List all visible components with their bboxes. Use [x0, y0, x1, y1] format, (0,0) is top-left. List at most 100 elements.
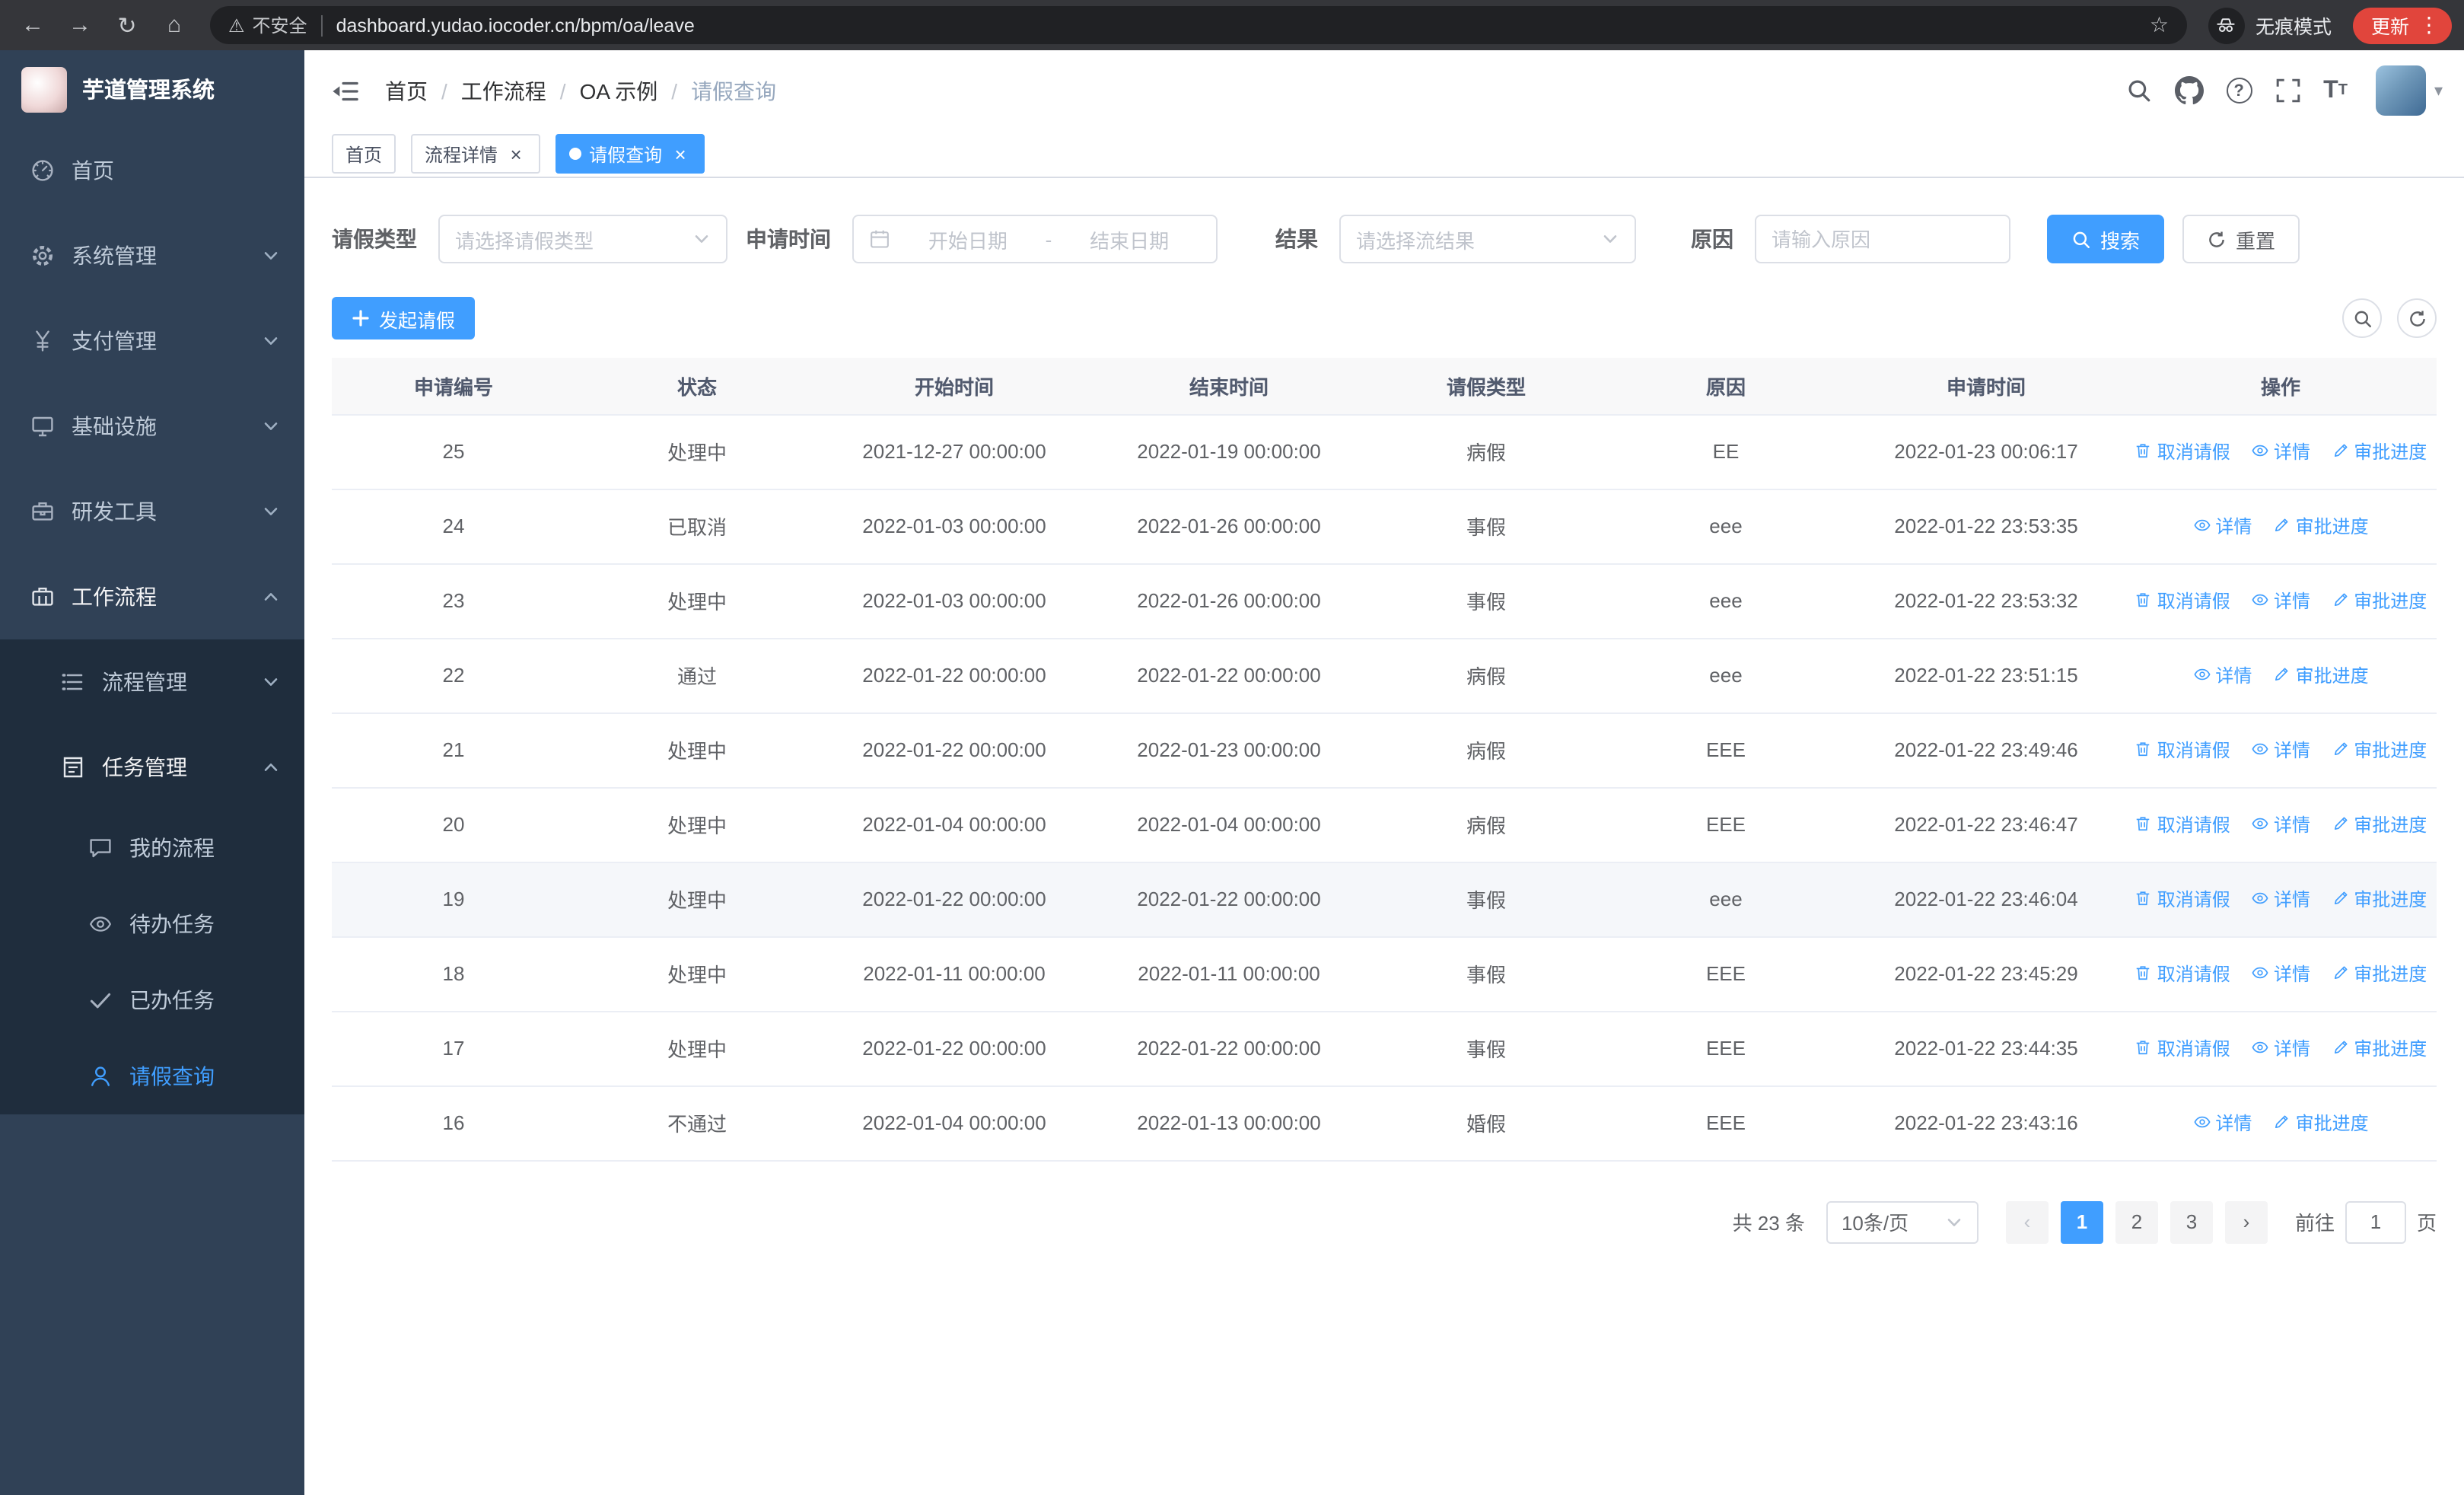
- apply-time-range[interactable]: 开始日期 - 结束日期: [852, 215, 1218, 263]
- cancel-leave-link[interactable]: 取消请假: [2135, 1035, 2230, 1061]
- browser-reload-button[interactable]: ↻: [107, 5, 148, 46]
- cancel-leave-link[interactable]: 取消请假: [2135, 961, 2230, 987]
- goto-page-input[interactable]: [2345, 1200, 2406, 1243]
- cancel-leave-link[interactable]: 取消请假: [2135, 438, 2230, 464]
- collapse-icon: [329, 78, 358, 103]
- sidebar-item-dev-tools[interactable]: 研发工具: [0, 469, 304, 554]
- cancel-leave-link[interactable]: 取消请假: [2135, 588, 2230, 614]
- sidebar-collapse-button[interactable]: [327, 74, 361, 107]
- cell-apply-time: 2022-01-22 23:51:15: [1848, 638, 2125, 713]
- cancel-leave-link[interactable]: 取消请假: [2135, 811, 2230, 837]
- leave-type-select[interactable]: 请选择请假类型: [438, 215, 727, 263]
- help-icon[interactable]: ?: [2226, 78, 2252, 104]
- sidebar-item-process-management[interactable]: 流程管理: [0, 639, 304, 725]
- prev-page-button[interactable]: ‹: [2005, 1200, 2049, 1243]
- start-date-placeholder[interactable]: 开始日期: [896, 225, 1039, 253]
- approval-progress-link[interactable]: 审批进度: [2273, 513, 2369, 539]
- detail-link[interactable]: 详情: [2192, 662, 2252, 688]
- fullscreen-icon[interactable]: [2275, 78, 2300, 104]
- approval-progress-link[interactable]: 审批进度: [2331, 1035, 2427, 1061]
- close-icon[interactable]: ×: [505, 143, 527, 164]
- end-date-placeholder[interactable]: 结束日期: [1058, 225, 1201, 253]
- breadcrumb-item[interactable]: 首页: [385, 75, 428, 106]
- menu-kebab-icon[interactable]: ⋮: [2418, 12, 2440, 38]
- detail-link[interactable]: 详情: [2251, 961, 2310, 987]
- approval-progress-link[interactable]: 审批进度: [2331, 737, 2427, 763]
- sidebar-item-payment-management[interactable]: 支付管理: [0, 298, 304, 384]
- reset-button[interactable]: 重置: [2182, 215, 2300, 263]
- trash-icon: [2135, 964, 2153, 983]
- browser-forward-button[interactable]: →: [59, 5, 100, 46]
- sidebar-item-todo-tasks[interactable]: 待办任务: [0, 886, 304, 962]
- approval-progress-link[interactable]: 审批进度: [2331, 811, 2427, 837]
- browser-home-button[interactable]: ⌂: [154, 5, 195, 46]
- approval-progress-link[interactable]: 审批进度: [2331, 961, 2427, 987]
- cell-end-time: 2022-01-23 00:00:00: [1090, 712, 1368, 788]
- font-size-icon[interactable]: TT: [2323, 78, 2348, 103]
- approval-progress-link[interactable]: 审批进度: [2331, 886, 2427, 912]
- cell-leave-type: 事假: [1368, 936, 1604, 1012]
- chevron-down-icon: [1945, 1213, 1963, 1231]
- logo[interactable]: 芋道管理系统: [0, 50, 304, 128]
- user-avatar[interactable]: ▾: [2376, 65, 2443, 116]
- security-warning[interactable]: ⚠ 不安全: [228, 12, 307, 38]
- sidebar-item-system-management[interactable]: 系统管理: [0, 213, 304, 298]
- approval-progress-link[interactable]: 审批进度: [2273, 1110, 2369, 1136]
- refresh-table-button[interactable]: [2397, 298, 2437, 338]
- edit-icon: [2331, 890, 2349, 908]
- detail-link[interactable]: 详情: [2251, 438, 2310, 464]
- sidebar-item-label: 基础设施: [72, 414, 157, 438]
- column-header: 状态: [575, 358, 819, 415]
- approval-progress-link[interactable]: 审批进度: [2331, 438, 2427, 464]
- update-button[interactable]: 更新 ⋮: [2352, 7, 2452, 43]
- sidebar-item-workflow[interactable]: 工作流程: [0, 554, 304, 639]
- page-size-select[interactable]: 10条/页: [1826, 1200, 1979, 1243]
- tab-请假查询[interactable]: 请假查询 ×: [556, 134, 705, 174]
- detail-link[interactable]: 详情: [2251, 737, 2310, 763]
- breadcrumb-item[interactable]: OA 示例: [580, 75, 658, 106]
- tab-首页[interactable]: 首页: [332, 134, 396, 174]
- search-button[interactable]: 搜索: [2047, 215, 2165, 263]
- sidebar-item-label: 已办任务: [129, 988, 215, 1012]
- breadcrumb-item[interactable]: 工作流程: [461, 75, 546, 106]
- page-button-3[interactable]: 3: [2170, 1200, 2213, 1243]
- sidebar-item-task-management[interactable]: 任务管理: [0, 725, 304, 810]
- approval-progress-link[interactable]: 审批进度: [2331, 588, 2427, 614]
- bookmark-star-icon[interactable]: ☆: [2150, 12, 2169, 38]
- create-leave-button[interactable]: 发起请假: [332, 297, 476, 339]
- sidebar-item-infrastructure[interactable]: 基础设施: [0, 384, 304, 469]
- approval-progress-link[interactable]: 审批进度: [2273, 662, 2369, 688]
- close-icon[interactable]: ×: [670, 143, 691, 164]
- github-icon[interactable]: [2174, 76, 2203, 105]
- cancel-leave-link[interactable]: 取消请假: [2135, 737, 2230, 763]
- sidebar-item-my-processes[interactable]: 我的流程: [0, 810, 304, 886]
- sidebar-item-done-tasks[interactable]: 已办任务: [0, 962, 304, 1038]
- detail-link[interactable]: 详情: [2251, 886, 2310, 912]
- reason-input[interactable]: [1756, 216, 2009, 262]
- toggle-search-button[interactable]: [2342, 298, 2382, 338]
- detail-link[interactable]: 详情: [2251, 811, 2310, 837]
- detail-link[interactable]: 详情: [2192, 513, 2252, 539]
- column-header: 原因: [1604, 358, 1848, 415]
- next-page-button[interactable]: ›: [2224, 1200, 2268, 1243]
- cell-id: 20: [332, 787, 575, 862]
- tab-流程详情[interactable]: 流程详情 ×: [411, 134, 541, 174]
- apply-time-label: 申请时间: [746, 227, 831, 251]
- incognito-label: 无痕模式: [2255, 17, 2332, 38]
- detail-link[interactable]: 详情: [2251, 1035, 2310, 1061]
- browser-back-button[interactable]: ←: [12, 5, 53, 46]
- task-icon: [61, 755, 85, 779]
- page-button-2[interactable]: 2: [2115, 1200, 2158, 1243]
- search-icon[interactable]: [2125, 78, 2151, 104]
- eye-icon: [2251, 890, 2269, 908]
- url-bar[interactable]: ⚠ 不安全 dashboard.yudao.iocoder.cn/bpm/oa/…: [210, 6, 2187, 44]
- sidebar-item-home[interactable]: 首页: [0, 128, 304, 213]
- breadcrumb-separator: /: [441, 78, 447, 103]
- page-button-1[interactable]: 1: [2060, 1200, 2103, 1243]
- detail-link[interactable]: 详情: [2251, 588, 2310, 614]
- result-select[interactable]: 请选择流结果: [1339, 215, 1636, 263]
- cancel-leave-link[interactable]: 取消请假: [2135, 886, 2230, 912]
- cell-leave-type: 病假: [1368, 712, 1604, 788]
- detail-link[interactable]: 详情: [2192, 1110, 2252, 1136]
- sidebar-item-leave-query[interactable]: 请假查询: [0, 1038, 304, 1114]
